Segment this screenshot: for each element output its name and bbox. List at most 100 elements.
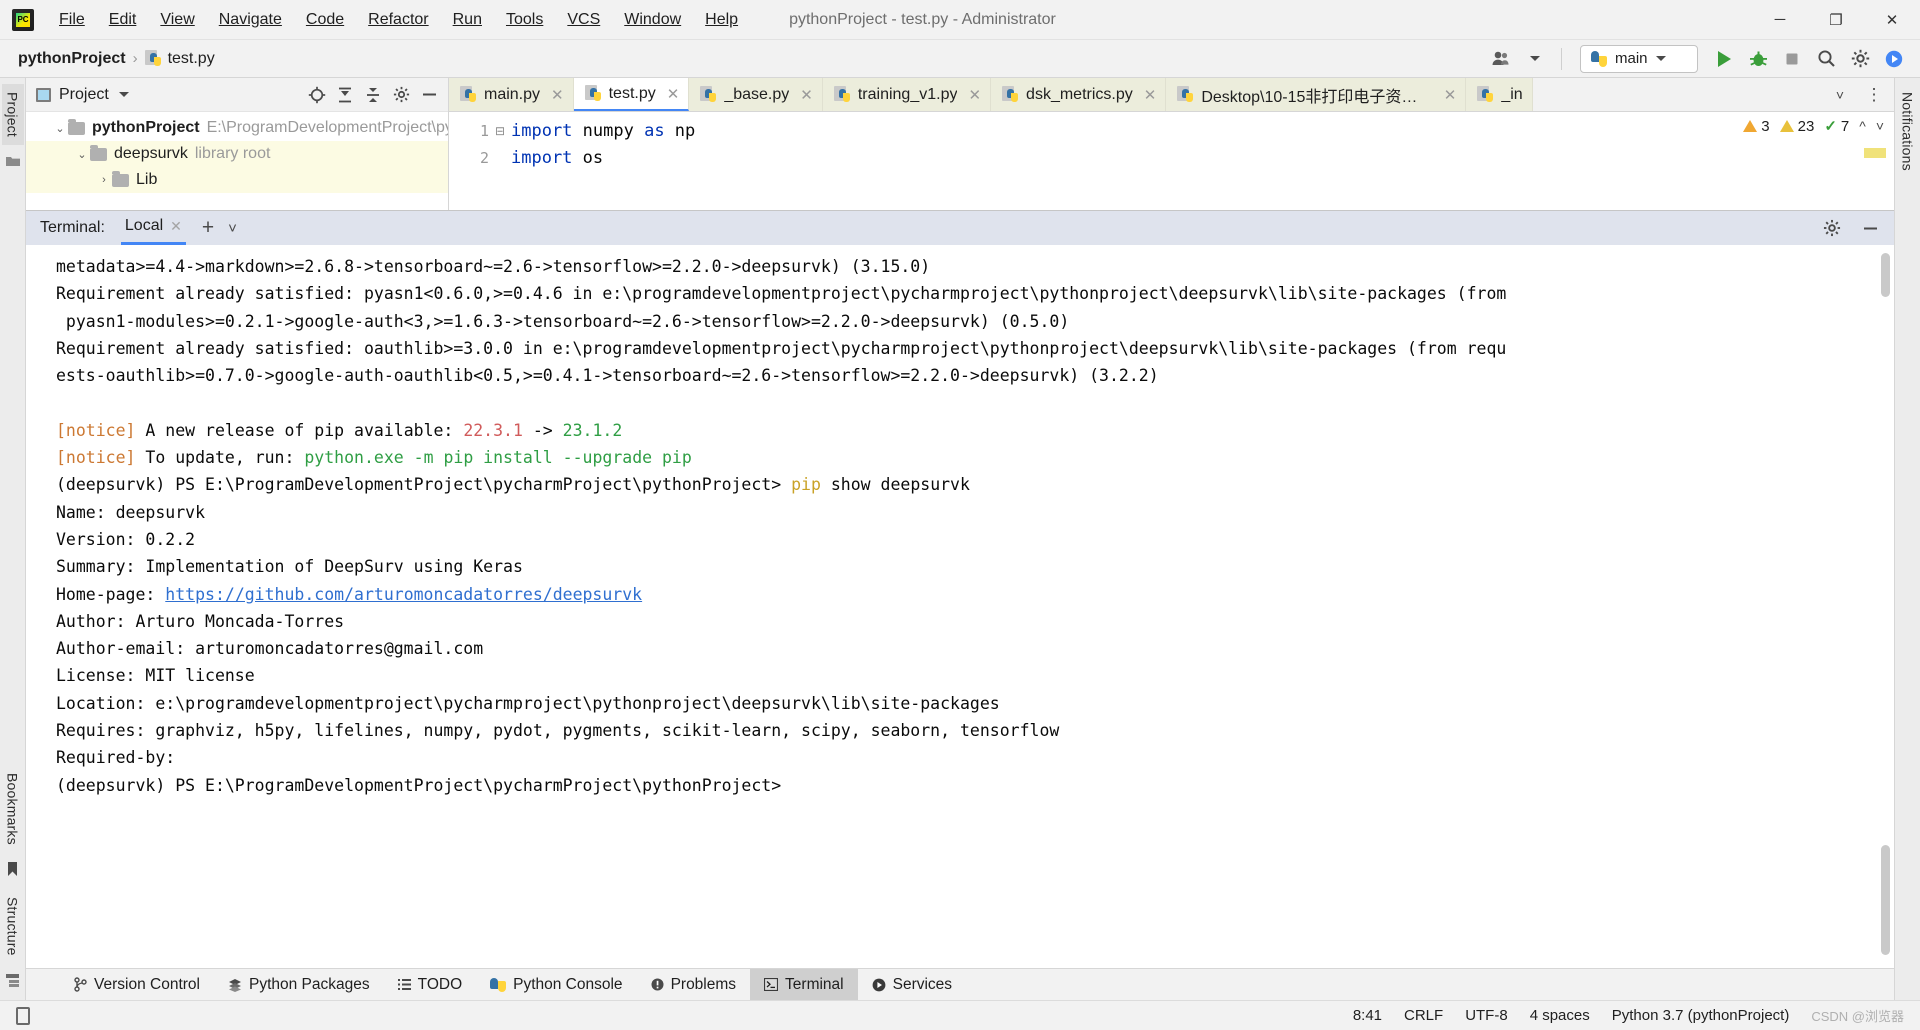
stripe-button-bookmarks[interactable]: Bookmarks — [2, 765, 24, 853]
stop-button[interactable] — [1776, 44, 1808, 74]
editor-tab-desktop-main-py[interactable]: Desktop\10-15非打印电子资料\main.py ✕ — [1166, 78, 1467, 111]
stripe-button-project[interactable]: Project — [1, 84, 24, 145]
inspection-warnings-2[interactable]: 23 — [1779, 118, 1814, 135]
terminal-line: Requirement already satisfied: pyasn1<0.… — [56, 280, 1894, 307]
close-icon[interactable]: ✕ — [551, 86, 564, 104]
new-terminal-session-icon[interactable]: + — [202, 216, 214, 240]
menu-refactor[interactable]: Refactor — [357, 7, 439, 33]
status-indent[interactable]: 4 spaces — [1530, 1007, 1590, 1024]
account-dropdown-icon[interactable] — [1519, 44, 1551, 74]
settings-icon[interactable] — [1844, 44, 1876, 74]
status-encoding[interactable]: UTF-8 — [1465, 1007, 1508, 1024]
stripe-button-structure[interactable]: Structure — [2, 889, 24, 964]
tool-button-terminal[interactable]: Terminal — [750, 969, 858, 1000]
updates-icon[interactable] — [1878, 44, 1910, 74]
collapse-all-icon[interactable] — [360, 82, 386, 108]
tool-button-python-packages[interactable]: Python Packages — [214, 969, 384, 1000]
menu-help-label: Help — [705, 10, 739, 28]
terminal-line: Name: deepsurvk — [56, 499, 1894, 526]
breadcrumb-file[interactable]: test.py — [144, 50, 215, 68]
code-editor[interactable]: 1 2 ⊟ import numpy as np import os 3 23 … — [449, 112, 1894, 210]
status-caret-position[interactable]: 8:41 — [1353, 1007, 1382, 1024]
close-button[interactable]: ✕ — [1864, 0, 1920, 40]
terminal-line: [notice] A new release of pip available:… — [56, 417, 1894, 444]
menu-file[interactable]: File — [48, 7, 96, 33]
tree-row-pythonproject[interactable]: ⌄ pythonProject E:\ProgramDevelopmentPro… — [26, 115, 448, 141]
tree-row-lib[interactable]: › Lib — [26, 167, 448, 193]
inspection-prev-icon[interactable]: ^ — [1859, 118, 1866, 134]
project-settings-icon[interactable] — [388, 82, 414, 108]
close-icon[interactable]: ✕ — [968, 86, 981, 104]
terminal-scrollbar[interactable] — [1881, 253, 1890, 297]
menu-help[interactable]: Help — [694, 7, 749, 33]
menu-navigate[interactable]: Navigate — [208, 7, 293, 33]
close-icon[interactable]: ✕ — [667, 85, 680, 103]
tree-row-deepsurvk[interactable]: ⌄ deepsurvk library root — [26, 141, 448, 167]
search-icon[interactable] — [1810, 44, 1842, 74]
close-icon[interactable]: ✕ — [170, 218, 182, 235]
menu-tools[interactable]: Tools — [495, 7, 554, 33]
code-content[interactable]: import numpy as np import os — [511, 112, 1894, 210]
account-icon[interactable] — [1485, 44, 1517, 74]
chevron-down-icon[interactable] — [118, 92, 129, 97]
tab-options-icon[interactable]: ⋮ — [1858, 80, 1890, 110]
inspection-widget[interactable]: 3 23 ✓ 7 ^ ˅ — [1743, 117, 1884, 135]
hide-panel-icon[interactable] — [416, 82, 442, 108]
breadcrumb-separator: › — [132, 50, 138, 67]
menu-code[interactable]: Code — [295, 7, 355, 33]
maximize-button[interactable]: ❐ — [1808, 0, 1864, 40]
editor-tab-main-py[interactable]: main.py ✕ — [449, 78, 574, 111]
terminal-hide-icon[interactable] — [1854, 213, 1886, 243]
terminal-link[interactable]: https://github.com/arturomoncadatorres/d… — [165, 585, 642, 604]
fold-marker-icon[interactable]: ⊟ — [495, 118, 511, 145]
code-folding-column[interactable]: ⊟ — [495, 112, 511, 210]
debug-button[interactable] — [1742, 44, 1774, 74]
terminal-output-area[interactable]: metadata>=4.4->markdown>=2.6.8->tensorbo… — [26, 245, 1894, 968]
terminal-text: Requirement already satisfied: oauthlib>… — [56, 338, 1507, 358]
tool-button-services[interactable]: Services — [858, 969, 966, 1000]
menu-edit[interactable]: Edit — [98, 7, 148, 33]
inspection-warnings-1[interactable]: 3 — [1743, 118, 1770, 135]
tool-button-python-console[interactable]: Python Console — [476, 969, 636, 1000]
terminal-text: metadata>=4.4->markdown>=2.6.8->tensorbo… — [56, 257, 931, 276]
minimize-button[interactable]: ─ — [1752, 0, 1808, 40]
breadcrumb-project[interactable]: pythonProject — [18, 50, 126, 68]
chevron-right-icon[interactable]: › — [96, 174, 112, 186]
terminal-tab-local[interactable]: Local ✕ — [120, 211, 186, 245]
run-configuration-selector[interactable]: main — [1580, 44, 1698, 73]
editor-tab-init-py[interactable]: _in — [1466, 78, 1533, 111]
expand-all-icon[interactable] — [332, 82, 358, 108]
editor-tab-dsk-metrics-py[interactable]: dsk_metrics.py ✕ — [991, 78, 1167, 111]
toolbar-divider — [1561, 47, 1562, 70]
menu-vcs[interactable]: VCS — [556, 7, 611, 33]
layout-toggle-icon[interactable] — [16, 1006, 30, 1025]
terminal-text: Author-email: arturomoncadatorres@gmail.… — [56, 639, 484, 659]
close-icon[interactable]: ✕ — [800, 86, 813, 104]
scroll-from-source-icon[interactable] — [304, 82, 330, 108]
editor-tab-base-py[interactable]: _base.py ✕ — [689, 78, 823, 111]
status-line-separator[interactable]: CRLF — [1404, 1007, 1443, 1024]
close-icon[interactable]: ✕ — [1144, 86, 1157, 104]
terminal-sessions-chevron-icon[interactable]: ˅ — [228, 220, 237, 237]
chevron-down-icon[interactable]: ⌄ — [74, 148, 90, 161]
editor-tab-training-v1-py[interactable]: training_v1.py ✕ — [822, 78, 992, 111]
tab-list-chevron-icon[interactable]: ˅ — [1824, 80, 1856, 110]
tool-button-problems[interactable]: Problems — [637, 969, 750, 1000]
terminal-settings-icon[interactable] — [1816, 213, 1848, 243]
close-icon[interactable]: ✕ — [1444, 86, 1457, 104]
pycharm-logo-icon: PC — [12, 8, 34, 31]
run-button[interactable] — [1708, 44, 1740, 74]
terminal-scrollbar-thumb[interactable] — [1881, 845, 1890, 955]
menu-view[interactable]: View — [149, 7, 205, 33]
menu-run[interactable]: Run — [442, 7, 493, 33]
tool-button-todo[interactable]: TODO — [384, 969, 477, 1000]
inspection-checks[interactable]: ✓ 7 — [1824, 117, 1849, 136]
inspection-next-icon[interactable]: ˅ — [1876, 118, 1884, 134]
stripe-button-notifications[interactable]: Notifications — [1897, 84, 1919, 179]
status-interpreter[interactable]: Python 3.7 (pythonProject) — [1612, 1007, 1790, 1024]
tool-button-version-control[interactable]: Version Control — [60, 969, 214, 1000]
editor-tab-test-py[interactable]: test.py ✕ — [573, 78, 690, 111]
chevron-down-icon[interactable]: ⌄ — [52, 122, 68, 135]
toolbar-right: main — [1485, 44, 1920, 74]
menu-window[interactable]: Window — [613, 7, 692, 33]
